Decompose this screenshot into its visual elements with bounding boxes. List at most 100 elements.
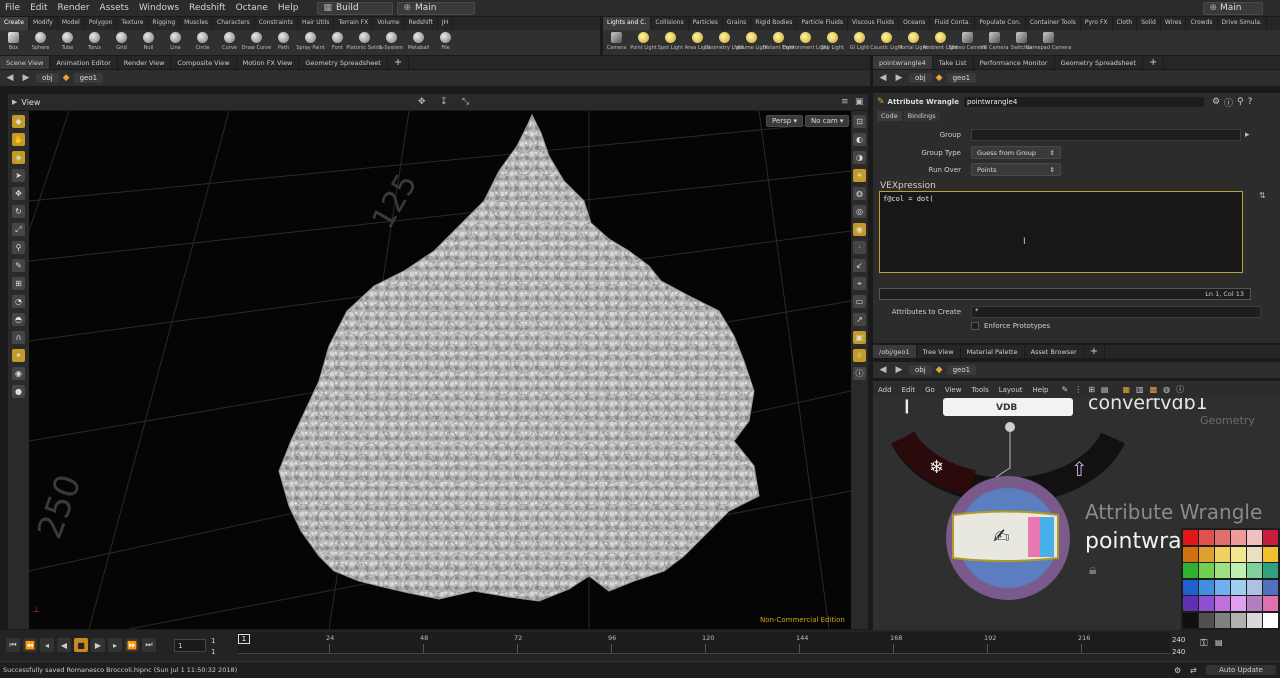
step-forward-icon[interactable]: ▸: [108, 638, 122, 652]
color-swatch[interactable]: [1199, 579, 1214, 595]
shelf-left-tool-8[interactable]: Curve: [216, 30, 243, 55]
auto-update-dropdown[interactable]: Auto Update: [1206, 665, 1276, 675]
lock-icon[interactable]: ⊡: [853, 115, 866, 128]
end-frame[interactable]: 240: [1172, 636, 1185, 644]
bypass-up-icon[interactable]: ⇧: [1071, 457, 1088, 481]
stop-icon[interactable]: ■: [74, 638, 88, 652]
color-swatch[interactable]: [1231, 546, 1246, 562]
grid-icon[interactable]: ⊞: [1088, 385, 1095, 394]
tree-icon[interactable]: ⋮: [1074, 385, 1082, 394]
tab-performance-monitor[interactable]: Performance Monitor: [974, 56, 1055, 69]
shelf-left-tool-5[interactable]: Null: [135, 30, 162, 55]
jump-start-icon[interactable]: ⏮: [6, 638, 20, 652]
tab-material-palette[interactable]: Material Palette: [961, 345, 1025, 358]
shelf-left-tab-7[interactable]: Characters: [213, 17, 255, 30]
handle-tool-icon[interactable]: ◈: [12, 151, 25, 164]
convertvdb-node[interactable]: VDB: [943, 398, 1073, 416]
scale-icon[interactable]: ⤢: [12, 223, 25, 236]
step-back-icon[interactable]: ◂: [40, 638, 54, 652]
shelf-left-tab-6[interactable]: Muscles: [180, 17, 214, 30]
playhead[interactable]: 1: [238, 634, 250, 644]
shelf-left-tab-2[interactable]: Model: [58, 17, 85, 30]
color-swatch[interactable]: [1247, 579, 1262, 595]
prev-key-icon[interactable]: ⏪: [23, 638, 37, 652]
path-geo[interactable]: geo1: [946, 365, 977, 375]
color-icon[interactable]: ◍: [1163, 385, 1170, 394]
shelf-left-tab-11[interactable]: Volume: [373, 17, 405, 30]
help-icon[interactable]: ⓘ: [1224, 96, 1233, 109]
shelf-left-tab-12[interactable]: Redshift: [405, 17, 438, 30]
add-tab-icon[interactable]: +: [388, 56, 410, 69]
display-icon-a[interactable]: ◐: [853, 133, 866, 146]
tab-code[interactable]: Code: [877, 111, 902, 121]
timeline-option-icon[interactable]: ▤: [1215, 638, 1223, 647]
shelf-left-tool-12[interactable]: Font: [324, 30, 351, 55]
color-swatch[interactable]: [1231, 579, 1246, 595]
jump-end-icon[interactable]: ⏭: [142, 638, 156, 652]
shelf-left-tool-2[interactable]: Tube: [54, 30, 81, 55]
key-icon[interactable]: ⚿: [1200, 638, 1208, 649]
add-tab-icon[interactable]: +: [1143, 56, 1165, 69]
camera-dropdown[interactable]: No cam ▾: [805, 115, 850, 127]
quick-mark-icon[interactable]: ▥: [1136, 385, 1144, 394]
display-options-icon[interactable]: ▩: [1150, 385, 1158, 394]
view-tool-icon-a[interactable]: ✥: [418, 97, 426, 107]
color-swatch[interactable]: [1263, 546, 1278, 562]
start-frame[interactable]: 1: [211, 637, 215, 645]
next-key-icon[interactable]: ⏩: [125, 638, 139, 652]
background-icon[interactable]: ▣: [853, 331, 866, 344]
shelf-left-tab-10[interactable]: Terrain FX: [334, 17, 374, 30]
shelf-right-tool-2[interactable]: Spot Light: [657, 30, 684, 55]
net-menu-tools[interactable]: Tools: [966, 386, 993, 394]
view-tool-icon[interactable]: ✋: [12, 133, 25, 146]
color-swatch[interactable]: [1263, 563, 1278, 578]
view-tool-icon-c[interactable]: ⤡: [462, 97, 469, 107]
shelf-right-tab-1[interactable]: Collisions: [651, 17, 689, 30]
tab-animation-editor[interactable]: Animation Editor: [50, 56, 118, 69]
color-swatch[interactable]: [1231, 563, 1246, 578]
display-icon-d[interactable]: ◎: [853, 205, 866, 218]
color-swatch[interactable]: [1247, 612, 1262, 628]
tab-asset-browser[interactable]: Asset Browser: [1025, 345, 1084, 358]
gear-icon[interactable]: ⚙: [1212, 97, 1220, 107]
pointer-icon[interactable]: ➤: [12, 169, 25, 182]
shelf-right-tool-15[interactable]: Switcher: [1008, 30, 1035, 55]
right-scene-dropdown[interactable]: ⊕ Main: [1203, 1, 1264, 15]
shelf-left-tool-1[interactable]: Sphere: [27, 30, 54, 55]
forward-arrow-icon[interactable]: ▶: [893, 72, 905, 84]
enforce-checkbox[interactable]: [971, 322, 979, 330]
shelf-left-tool-10[interactable]: Path: [270, 30, 297, 55]
back-arrow-icon[interactable]: ◀: [877, 72, 889, 84]
shelf-left-tool-4[interactable]: Grid: [108, 30, 135, 55]
path-obj[interactable]: obj: [909, 73, 932, 83]
shelf-left-tab-13[interactable]: JH: [438, 17, 454, 30]
flag-icon[interactable]: ❙: [901, 398, 913, 414]
update-arrow-icon[interactable]: ⇄: [1190, 666, 1197, 675]
shelf-left-tool-14[interactable]: L-System: [378, 30, 405, 55]
shelf-right-tab-8[interactable]: Fluid Conta.: [930, 17, 976, 30]
brush-icon[interactable]: ✎: [12, 259, 25, 272]
shelf-right-tool-11[interactable]: Portal Light: [899, 30, 928, 55]
shelf-left-tool-11[interactable]: Spray Paint: [296, 30, 325, 55]
menu-file[interactable]: File: [0, 3, 25, 13]
forward-arrow-icon[interactable]: ▶: [893, 364, 905, 376]
shelf-left-tab-9[interactable]: Hair Utils: [298, 17, 335, 30]
bulb-icon[interactable]: ☼: [853, 349, 866, 362]
color-swatch[interactable]: [1183, 530, 1198, 545]
persp-dropdown[interactable]: Persp ▾: [766, 115, 803, 127]
node-name-field[interactable]: pointwrangle4: [963, 97, 1204, 107]
group-arrow-icon[interactable]: ▸: [1245, 130, 1250, 140]
menu-redshift[interactable]: Redshift: [184, 3, 231, 13]
select-tool-icon[interactable]: ◆: [12, 115, 25, 128]
color-swatch[interactable]: [1263, 579, 1278, 595]
add-tab-icon[interactable]: +: [1084, 345, 1106, 358]
network-editor[interactable]: VDB convertvdb1 Geometry ❄ ⇧ ❙ ✍ Attribu…: [873, 398, 1280, 630]
tab-pointwrangle4[interactable]: pointwrangle4: [873, 56, 933, 69]
tab-geometry-spreadsheet[interactable]: Geometry Spreadsheet: [299, 56, 388, 69]
net-menu-layout[interactable]: Layout: [994, 386, 1028, 394]
shelf-left-tab-1[interactable]: Modify: [29, 17, 58, 30]
color-swatch[interactable]: [1263, 530, 1278, 545]
shelf-right-tool-13[interactable]: Stereo Camera: [949, 30, 986, 55]
color-swatch[interactable]: [1215, 546, 1230, 562]
shelf-right-tab-10[interactable]: Container Tools: [1026, 17, 1081, 30]
